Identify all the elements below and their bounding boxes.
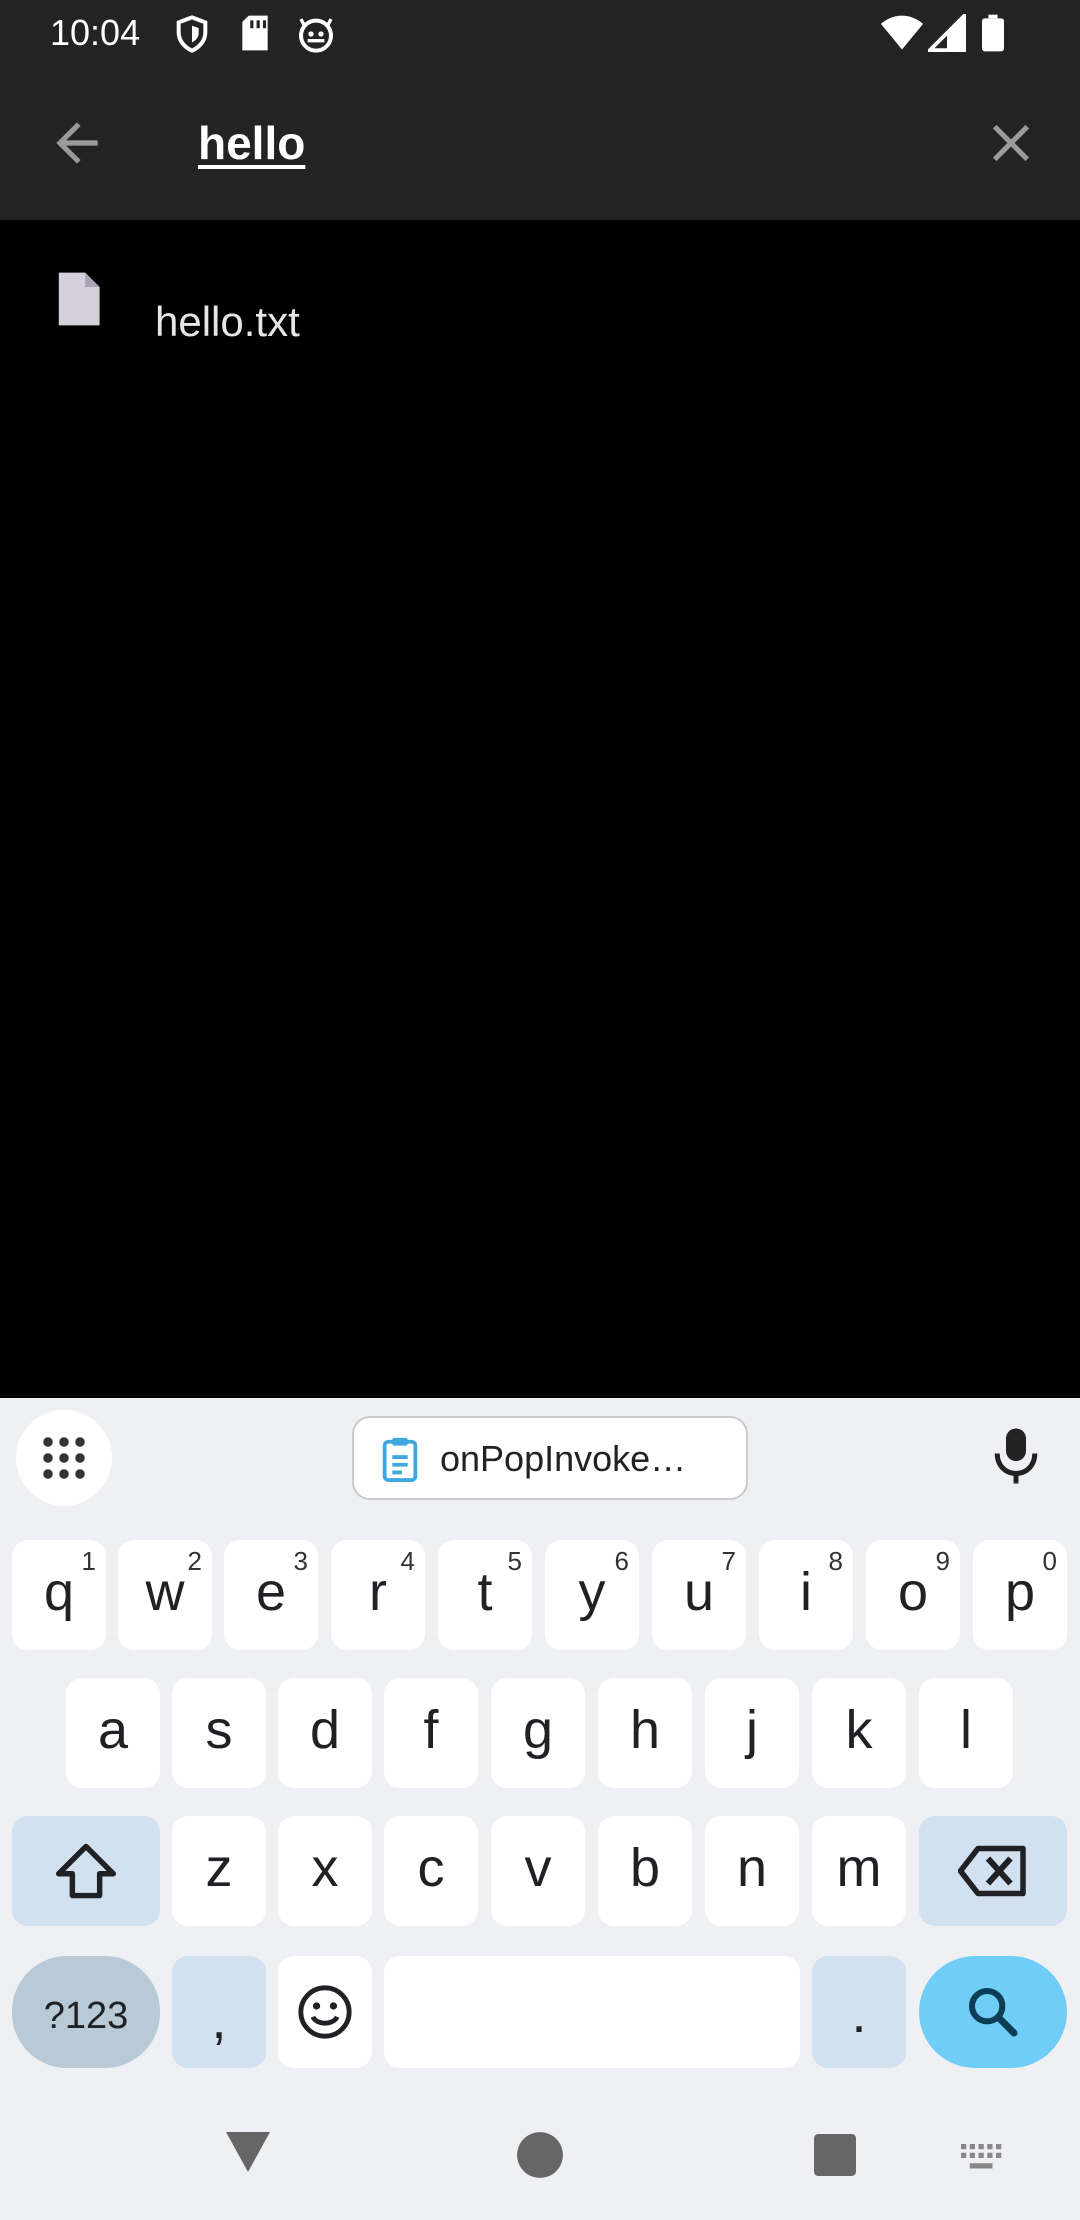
key-e[interactable]: e3 [224, 1540, 318, 1650]
key-b[interactable]: b [598, 1816, 692, 1926]
keyboard-switch-icon[interactable] [960, 2144, 1004, 2177]
key-t[interactable]: t5 [438, 1540, 532, 1650]
shift-key[interactable] [12, 1816, 160, 1926]
key-o[interactable]: o9 [866, 1540, 960, 1650]
backspace-key[interactable] [919, 1816, 1067, 1926]
clipboard-suggestion-text: onPopInvoke… [440, 1438, 687, 1479]
clear-icon[interactable] [980, 112, 1042, 174]
key-c[interactable]: c [384, 1816, 478, 1926]
search-input[interactable]: hello [198, 116, 305, 170]
key-n[interactable]: n [705, 1816, 799, 1926]
clipboard-suggestion-chip[interactable]: onPopInvoke… [352, 1416, 748, 1500]
key-u[interactable]: u7 [652, 1540, 746, 1650]
shield-icon [172, 14, 212, 59]
wifi-icon [880, 14, 924, 57]
key-q[interactable]: q1 [12, 1540, 106, 1650]
android-debug-icon [296, 14, 336, 59]
key-z[interactable]: z [172, 1816, 266, 1926]
clipboard-icon [380, 1436, 420, 1487]
on-screen-keyboard: onPopInvoke… q1 w2 e3 r4 t5 y6 u7 i8 o9 … [0, 1398, 1080, 2108]
key-j[interactable]: j [705, 1678, 799, 1788]
search-action-key[interactable] [919, 1956, 1067, 2068]
search-icon [968, 1987, 1018, 2037]
emoji-icon [298, 1985, 352, 2039]
key-g[interactable]: g [491, 1678, 585, 1788]
emoji-key[interactable] [278, 1956, 372, 2068]
key-k[interactable]: k [812, 1678, 906, 1788]
comma-key[interactable]: , [172, 1956, 266, 2068]
key-h[interactable]: h [598, 1678, 692, 1788]
key-s[interactable]: s [172, 1678, 266, 1788]
system-nav-bar [0, 2108, 1080, 2220]
period-key[interactable]: . [812, 1956, 906, 2068]
status-time: 10:04 [50, 12, 141, 53]
space-key[interactable] [384, 1956, 800, 2068]
list-item[interactable]: hello.txt [0, 250, 1080, 360]
home-circle-icon[interactable] [515, 2130, 565, 2185]
file-icon [54, 270, 102, 333]
key-y[interactable]: y6 [545, 1540, 639, 1650]
signal-icon [925, 11, 966, 57]
key-d[interactable]: d [278, 1678, 372, 1788]
search-app-bar: hello [0, 66, 1080, 220]
key-i[interactable]: i8 [759, 1540, 853, 1650]
recents-square-icon[interactable] [814, 2134, 856, 2181]
key-p[interactable]: p0 [973, 1540, 1067, 1650]
sd-card-icon [238, 14, 272, 57]
key-v[interactable]: v [491, 1816, 585, 1926]
search-results-list: hello.txt [0, 220, 1080, 1398]
file-name: hello.txt [155, 298, 300, 345]
key-l[interactable]: l [919, 1678, 1013, 1788]
key-m[interactable]: m [812, 1816, 906, 1926]
key-x[interactable]: x [278, 1816, 372, 1926]
symbols-key[interactable]: ?123 [12, 1956, 160, 2068]
microphone-icon[interactable] [990, 1426, 1042, 1491]
status-bar: 10:04 [0, 0, 1080, 66]
keyboard-menu-button[interactable] [16, 1410, 112, 1506]
key-w[interactable]: w2 [118, 1540, 212, 1650]
battery-icon [982, 14, 1004, 57]
back-triangle-icon[interactable] [224, 2130, 272, 2179]
key-a[interactable]: a [66, 1678, 160, 1788]
backspace-icon [958, 1845, 1026, 1897]
key-f[interactable]: f [384, 1678, 478, 1788]
shift-arrow-icon [56, 1843, 116, 1899]
back-arrow-icon[interactable] [46, 112, 108, 174]
key-r[interactable]: r4 [331, 1540, 425, 1650]
